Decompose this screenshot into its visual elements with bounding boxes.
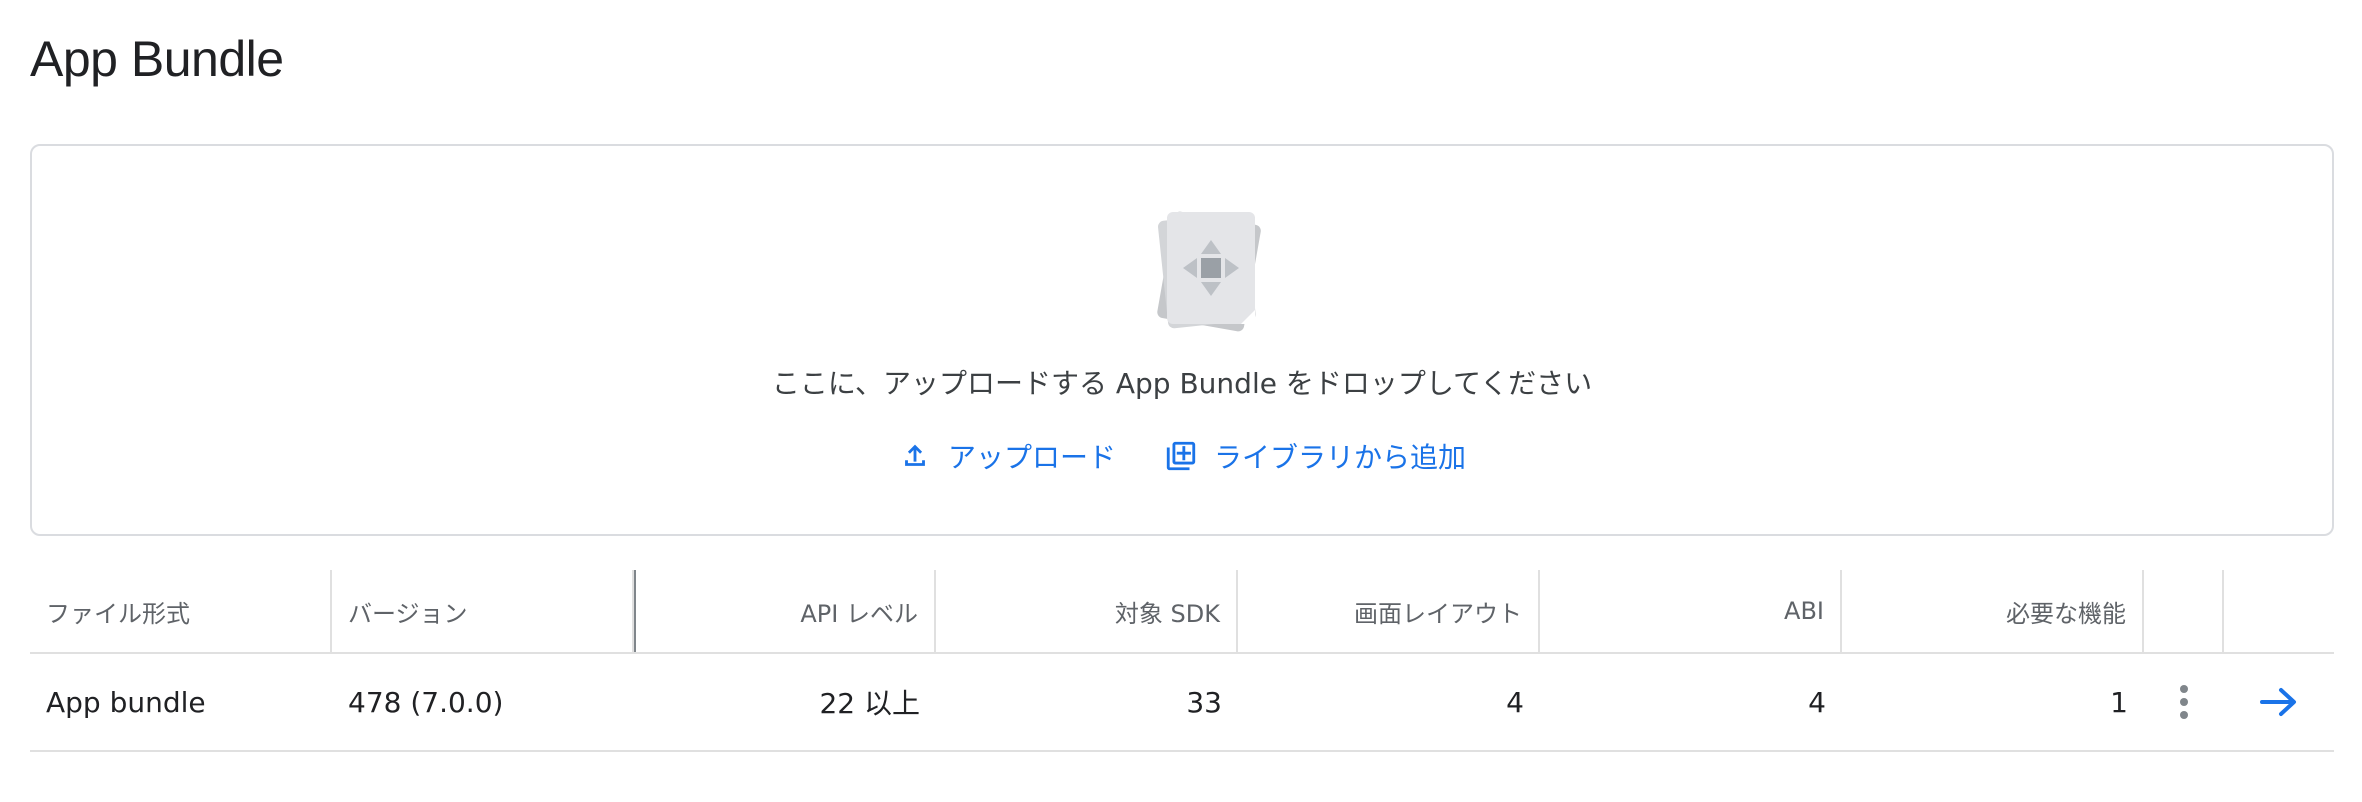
header-target-sdk[interactable]: 対象 SDK [936,570,1238,652]
table-row[interactable]: App bundle 478 (7.0.0) 22 以上 33 4 4 1 [30,654,2334,752]
header-abi[interactable]: ABI [1540,570,1842,652]
cell-required-features: 1 [2110,685,2128,719]
row-menu-button[interactable] [2144,654,2224,750]
row-open-button[interactable] [2224,654,2334,750]
cell-target-sdk: 33 [1186,685,1222,719]
cell-api-level: 22 以上 [819,687,920,720]
library-label: ライブラリから追加 [1214,441,1467,474]
header-version[interactable]: バージョン [332,570,634,652]
header-api-level-label: API レベル [800,599,918,628]
bundle-dropzone[interactable]: ここに、アップロードする App Bundle をドロップしてください アップロ… [30,144,2334,536]
header-api-level[interactable]: API レベル [634,570,936,652]
library-add-icon [1166,441,1196,471]
add-from-library-button[interactable]: ライブラリから追加 [1164,436,1466,476]
dropzone-actions: アップロード ライブラリから追加 [32,436,2332,476]
header-required-features[interactable]: 必要な機能 [1842,570,2144,652]
more-vert-icon[interactable] [2178,684,2190,720]
header-screen-layout[interactable]: 画面レイアウト [1238,570,1540,652]
header-abi-label: ABI [1784,597,1824,625]
bundle-table: ファイル形式 バージョン API レベル 対象 SDK 画面レイアウト ABI … [30,570,2334,752]
cell-screen-layout: 4 [1506,685,1524,719]
cell-file-format: App bundle [46,685,206,719]
table-header: ファイル形式 バージョン API レベル 対象 SDK 画面レイアウト ABI … [30,570,2334,654]
header-action-spacer [2224,570,2334,652]
cell-version: 478 (7.0.0) [348,685,504,719]
header-file-format[interactable]: ファイル形式 [30,570,332,652]
app-bundle-page: App Bundle ここに、アップロードする App Bundle をドロップ… [0,0,2362,802]
page-title: App Bundle [30,31,284,87]
header-target-sdk-label: 対象 SDK [1114,599,1220,628]
upload-button[interactable]: アップロード [898,436,1116,476]
app-bundle-icon [1157,211,1261,332]
drop-instruction: ここに、アップロードする App Bundle をドロップしてください [771,367,1593,400]
arrow-forward-icon[interactable] [2260,687,2298,717]
upload-label: アップロード [947,441,1116,474]
cell-abi: 4 [1808,685,1826,719]
upload-icon [905,444,925,466]
header-menu-spacer [2144,570,2224,652]
